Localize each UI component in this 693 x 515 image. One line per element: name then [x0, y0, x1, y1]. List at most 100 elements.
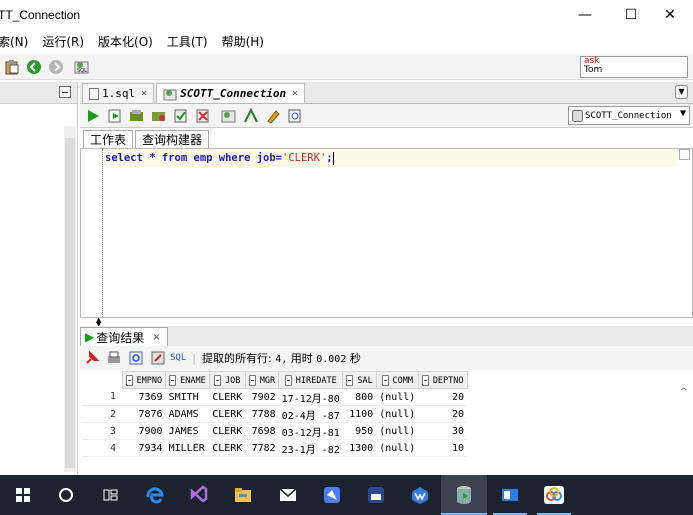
sql-worksheet-icon[interactable]: SQL — [74, 59, 90, 75]
tab-close-icon[interactable]: × — [141, 88, 147, 99]
column-header-deptno[interactable]: DEPTNO — [417, 371, 468, 389]
column-type-icon — [346, 374, 354, 386]
left-panel-scrollbar[interactable] — [64, 126, 76, 472]
results-tabs: ▶ 查询结果 × — [80, 326, 693, 346]
code-line[interactable]: select * from emp where job='CLERK'; — [103, 149, 677, 167]
find-icon[interactable] — [243, 107, 259, 124]
back-icon[interactable] — [26, 59, 42, 75]
column-header-empno[interactable]: EMPNO — [121, 371, 167, 389]
tab-worksheet[interactable]: 工作表 — [83, 130, 134, 148]
clear-icon[interactable] — [265, 108, 281, 124]
line-gutter — [83, 149, 103, 317]
tab-list-dropdown-icon[interactable]: ▼ — [675, 85, 688, 99]
visual-studio-icon[interactable] — [176, 475, 222, 515]
minimize-panel-icon[interactable] — [59, 86, 71, 98]
editor-tabs: 1.sql × SCOTT_Connection × ▼ — [80, 82, 693, 104]
column-type-icon — [169, 374, 177, 386]
left-panel — [0, 82, 78, 474]
close-button[interactable]: ✕ — [647, 0, 693, 30]
text-caret — [332, 151, 334, 165]
table-row[interactable]: 1 7369 SMITH CLERK 7902 17-12月-80 800 (n… — [82, 388, 468, 406]
app-dark-icon[interactable] — [353, 475, 399, 515]
column-type-icon — [214, 374, 222, 386]
app-window-icon[interactable] — [487, 475, 533, 515]
results-grid[interactable]: EMPNO ENAME JOB MGR HIREDATE SAL COMM DE… — [82, 371, 682, 475]
database-icon — [572, 110, 583, 122]
tab-sql-file[interactable]: 1.sql × — [82, 83, 155, 103]
worksheet-tabs: 工作表 查询构建器 — [80, 128, 693, 148]
chevron-up-icon[interactable]: ^ — [680, 387, 688, 397]
column-header-hiredate[interactable]: HIREDATE — [278, 371, 344, 389]
paste-icon[interactable] — [4, 59, 20, 75]
grid-header-row: EMPNO ENAME JOB MGR HIREDATE SAL COMM DE… — [82, 371, 468, 389]
left-panel-header — [0, 82, 77, 104]
pane-splitter-icon[interactable]: ▲ ▼ — [96, 317, 106, 328]
tab-close-icon[interactable]: × — [152, 332, 160, 343]
table-row[interactable]: 2 7876 ADAMS CLERK 7788 02-4月 -87 1100 (… — [82, 405, 468, 423]
file-icon — [89, 87, 99, 100]
history-icon[interactable] — [287, 108, 303, 124]
worksheet-toolbar: SCOTT_Connection ▼ — [80, 104, 693, 128]
sql-developer-icon[interactable] — [441, 475, 487, 515]
fetch-status: 提取的所有行: 4, 用时 0.002 秒 — [201, 352, 361, 365]
export-icon[interactable] — [150, 350, 166, 366]
rollback-icon[interactable] — [195, 108, 211, 124]
cortana-circle-icon[interactable] — [43, 475, 89, 515]
column-type-icon — [284, 374, 292, 386]
taskbar — [0, 475, 693, 515]
menu-help[interactable]: 帮助(H) — [222, 33, 264, 50]
task-view-icon[interactable] — [88, 475, 134, 515]
sql-editor[interactable]: select * from emp where job='CLERK'; — [80, 148, 693, 318]
user-indicator: ask Tom — [580, 56, 688, 78]
print-icon[interactable] — [106, 350, 122, 366]
mail-icon[interactable] — [265, 475, 311, 515]
refresh-icon[interactable] — [128, 350, 144, 366]
column-type-icon — [248, 374, 256, 386]
commit-icon[interactable] — [173, 108, 189, 124]
menu-bar: 索(N) 运行(R) 版本化(O) 工具(T) 帮助(H) — [0, 30, 693, 52]
main-toolbar: SQL ask Tom — [0, 54, 693, 80]
menu-tools[interactable]: 工具(T) — [167, 33, 208, 50]
window-title: TT_Connection — [0, 8, 81, 22]
autotrace-icon[interactable] — [129, 108, 145, 124]
play-icon: ▶ — [85, 330, 95, 344]
sql-tuning-icon[interactable] — [221, 108, 237, 124]
column-type-icon — [421, 374, 429, 386]
column-header-sal[interactable]: SAL — [342, 371, 377, 389]
chevron-down-icon: ▼ — [679, 108, 686, 119]
app-blue-icon[interactable] — [309, 475, 355, 515]
file-explorer-icon[interactable] — [220, 475, 266, 515]
table-row[interactable]: 3 7900 JAMES CLERK 7698 03-12月-81 950 (n… — [82, 422, 468, 440]
forward-icon[interactable] — [48, 59, 64, 75]
svg-text:SQL: SQL — [77, 68, 87, 74]
edge-browser-icon[interactable] — [132, 475, 178, 515]
connection-select[interactable]: SCOTT_Connection ▼ — [568, 106, 690, 125]
windows-start-icon[interactable] — [0, 475, 46, 515]
explain-plan-icon[interactable] — [151, 108, 167, 124]
results-toolbar: SQL | 提取的所有行: 4, 用时 0.002 秒 — [80, 346, 693, 370]
column-type-icon — [381, 374, 389, 386]
column-header-job[interactable]: JOB — [208, 371, 246, 389]
pin-icon[interactable] — [84, 350, 100, 366]
run-script-icon[interactable] — [107, 108, 123, 124]
column-header-ename[interactable]: ENAME — [165, 371, 210, 389]
sql-link[interactable]: SQL — [170, 353, 186, 363]
menu-navigate[interactable]: 索(N) — [0, 33, 28, 50]
run-statement-icon[interactable] — [85, 108, 101, 124]
menu-run[interactable]: 运行(R) — [42, 33, 84, 50]
table-row[interactable]: 4 7934 MILLER CLERK 7782 23-1月 -82 1300 … — [82, 439, 468, 457]
editor-scroll-corner[interactable] — [679, 149, 690, 160]
tab-scott-connection[interactable]: SCOTT_Connection × — [156, 83, 306, 103]
sql-worksheet-icon — [163, 89, 177, 100]
minimize-button[interactable]: — — [562, 0, 608, 30]
tab-close-icon[interactable]: × — [292, 88, 298, 99]
tab-query-builder[interactable]: 查询构建器 — [135, 130, 210, 148]
app-rings-icon[interactable] — [531, 475, 577, 515]
column-header-comm[interactable]: COMM — [375, 371, 419, 389]
column-header-mgr[interactable]: MGR — [244, 371, 280, 389]
tab-query-result[interactable]: ▶ 查询结果 × — [80, 327, 168, 346]
title-bar: TT_Connection — ☐ ✕ — [0, 0, 693, 30]
column-type-icon — [125, 374, 133, 386]
menu-versioning[interactable]: 版本化(O) — [98, 33, 153, 50]
wps-icon[interactable] — [397, 475, 443, 515]
